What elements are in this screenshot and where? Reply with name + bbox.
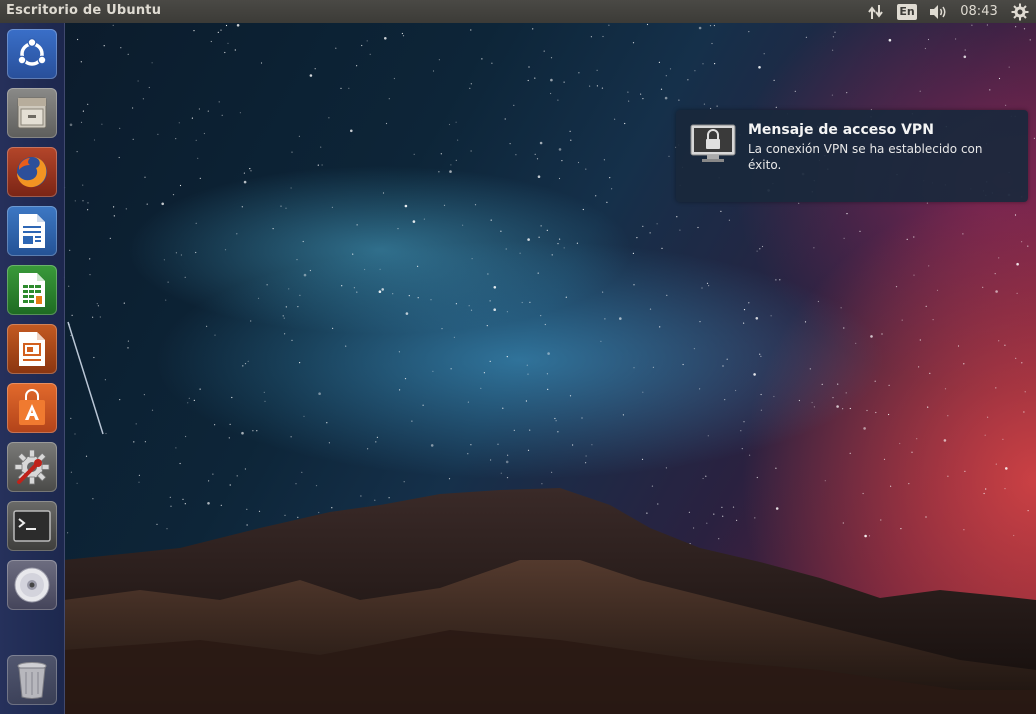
- trash-icon: [17, 662, 47, 699]
- clock-indicator[interactable]: 08:43: [956, 0, 1002, 23]
- network-indicator[interactable]: [864, 0, 888, 23]
- ubuntu-logo-icon: [17, 38, 47, 66]
- firefox-icon: [17, 157, 47, 188]
- session-indicator[interactable]: [1008, 0, 1032, 23]
- launcher-item-trash[interactable]: [7, 655, 57, 705]
- unity-launcher: [0, 23, 65, 714]
- desktop-wallpaper: [0, 0, 1036, 714]
- top-panel: Escritorio de Ubuntu En 08:43: [0, 0, 1036, 23]
- clock-time: 08:43: [960, 4, 998, 19]
- vpn-lock-icon: [690, 124, 736, 162]
- sound-indicator[interactable]: [926, 0, 950, 23]
- notification-bubble: Mensaje de acceso VPN La conexión VPN se…: [676, 110, 1028, 202]
- writer-document-icon: [19, 214, 45, 248]
- launcher-item-libreoffice-calc[interactable]: [7, 265, 57, 315]
- keyboard-layout-indicator[interactable]: En: [896, 0, 918, 23]
- gear-wrench-icon: [14, 449, 50, 485]
- launcher-item-firefox[interactable]: [7, 147, 57, 197]
- network-icon: [868, 4, 883, 19]
- launcher-item-libreoffice-impress[interactable]: [7, 324, 57, 374]
- launcher-item-dash-home[interactable]: [7, 29, 57, 79]
- session-gear-icon: [1011, 3, 1029, 20]
- launcher-item-terminal[interactable]: [7, 501, 57, 551]
- terminal-icon: [13, 510, 51, 542]
- optical-disc-icon: [14, 567, 50, 603]
- impress-presentation-icon: [19, 332, 45, 366]
- launcher-item-system-settings[interactable]: [7, 442, 57, 492]
- file-cabinet-icon: [17, 97, 47, 129]
- launcher-item-files[interactable]: [7, 88, 57, 138]
- panel-window-title: Escritorio de Ubuntu: [6, 3, 162, 18]
- calc-spreadsheet-icon: [19, 273, 45, 307]
- notification-title: Mensaje de acceso VPN: [748, 122, 934, 138]
- volume-icon: [930, 4, 946, 19]
- notification-body: La conexión VPN se ha establecido con éx…: [748, 142, 983, 172]
- wallpaper-mountains: [64, 488, 1036, 714]
- launcher-item-libreoffice-writer[interactable]: [7, 206, 57, 256]
- keyboard-layout-label: En: [897, 3, 917, 20]
- launcher-item-software-center[interactable]: [7, 383, 57, 433]
- shopping-bag-icon: [19, 389, 45, 425]
- launcher-item-disc[interactable]: [7, 560, 57, 610]
